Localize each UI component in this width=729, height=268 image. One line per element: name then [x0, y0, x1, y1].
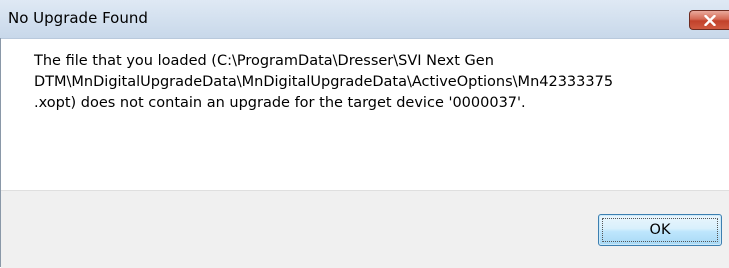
title-bar[interactable]: No Upgrade Found [0, 0, 729, 39]
window-title: No Upgrade Found [8, 9, 148, 27]
message-line: The file that you loaded (C:\ProgramData… [34, 53, 494, 69]
message-text: The file that you loaded (C:\ProgramData… [34, 51, 714, 114]
close-button[interactable] [689, 10, 729, 30]
message-line: .xopt) does not contain an upgrade for t… [34, 95, 526, 111]
ok-button[interactable]: OK [598, 214, 722, 246]
dialog-window: No Upgrade Found The file that you loade… [0, 0, 729, 268]
ok-button-label: OK [649, 222, 671, 238]
message-line: DTM\MnDigitalUpgradeData\MnDigitalUpgrad… [34, 74, 614, 90]
close-icon [704, 15, 716, 26]
